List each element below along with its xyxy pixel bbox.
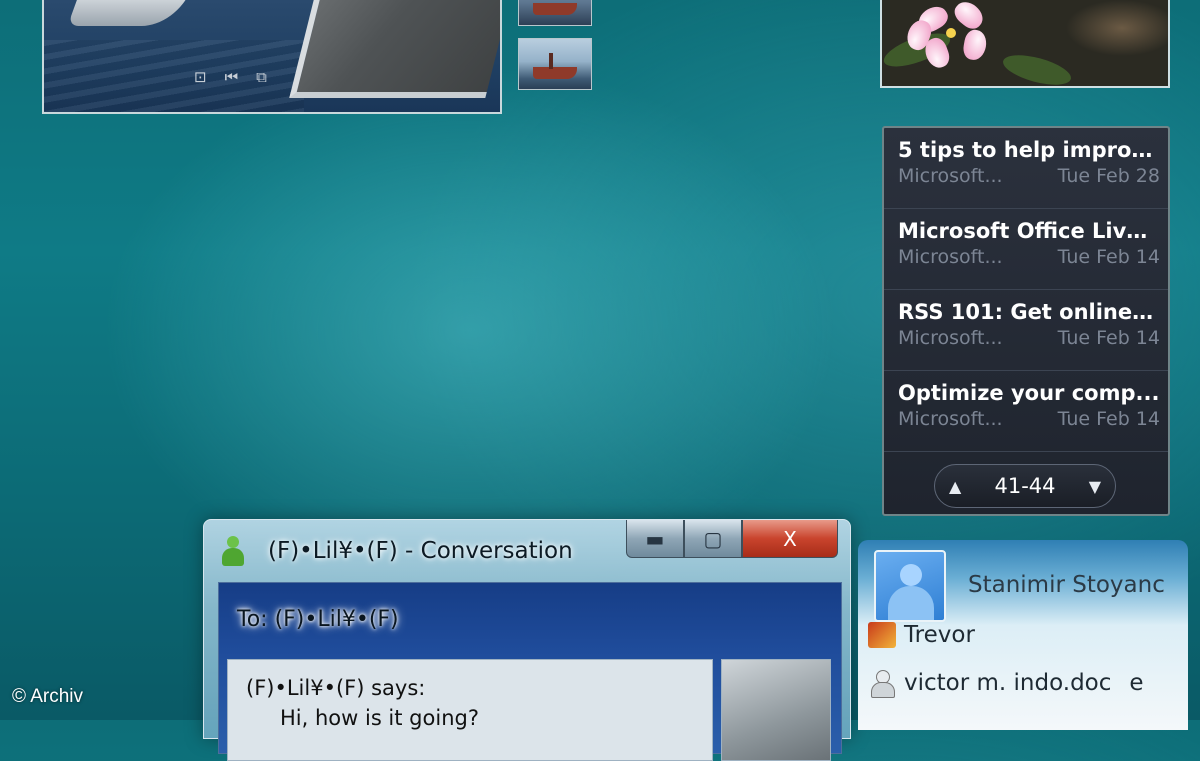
messenger-contact-list: Stanimir Stoyanc Trevor victor m. indo.d… <box>858 540 1188 730</box>
rss-item-source: Microsoft... <box>898 408 1003 430</box>
minimize-button[interactable]: ▬ <box>626 520 684 558</box>
gallery-thumbnail-1[interactable] <box>518 0 592 26</box>
contact-suffix: e <box>1129 670 1144 696</box>
boat-mast-image <box>549 53 553 69</box>
rss-item[interactable]: Optimize your comp... Microsoft... Tue F… <box>884 371 1168 452</box>
user-avatar[interactable] <box>874 550 946 622</box>
rss-item[interactable]: Microsoft Office Live... Microsoft... Tu… <box>884 209 1168 290</box>
gallery-thumbnail-2[interactable] <box>518 38 592 90</box>
slideshow-previous-icon[interactable]: ⏮ <box>225 68 239 86</box>
flower-petal <box>950 0 988 34</box>
rss-item-meta: Microsoft... Tue Feb 28 <box>898 165 1160 187</box>
picture-gadget[interactable] <box>880 0 1170 88</box>
contact-display-picture[interactable] <box>721 659 831 761</box>
rss-item-date: Tue Feb 28 <box>1057 165 1160 187</box>
rss-item-title[interactable]: RSS 101: Get online ... <box>898 300 1160 324</box>
leaf-image <box>1000 49 1074 86</box>
to-recipient-line: To: (F)•Lil¥•(F) <box>237 607 399 632</box>
slideshow-pip-icon[interactable]: ⧉ <box>256 68 267 86</box>
rss-item-title[interactable]: Microsoft Office Live... <box>898 219 1160 243</box>
rss-item-date: Tue Feb 14 <box>1057 327 1160 349</box>
rss-item-source: Microsoft... <box>898 327 1003 349</box>
flower-center <box>946 28 956 38</box>
boat-image <box>533 67 577 79</box>
messenger-buddy-icon <box>222 536 244 568</box>
contact-item[interactable]: Trevor <box>868 620 975 650</box>
rss-item-meta: Microsoft... Tue Feb 14 <box>898 327 1160 349</box>
rss-item-meta: Microsoft... Tue Feb 14 <box>898 408 1160 430</box>
slideshow-view-icon[interactable]: ⊡ <box>194 68 207 86</box>
triangle-down-icon[interactable]: ▼ <box>1089 477 1101 496</box>
copyright-watermark: © Archiv <box>12 686 84 707</box>
rss-item-meta: Microsoft... Tue Feb 14 <box>898 246 1160 268</box>
close-button[interactable]: X <box>742 520 838 558</box>
slideshow-ship-small <box>67 0 191 26</box>
rss-item-source: Microsoft... <box>898 165 1003 187</box>
rss-item-date: Tue Feb 14 <box>1057 408 1160 430</box>
message-text: Hi, how is it going? <box>280 706 479 730</box>
conversation-window[interactable]: (F)•Lil¥•(F) - Conversation ▬ ▢ X To: (F… <box>203 519 851 761</box>
rss-feed-gadget: 5 tips to help improv... Microsoft... Tu… <box>882 126 1170 516</box>
sender-line: (F)•Lil¥•(F) says: <box>246 676 426 700</box>
flower-petal <box>961 28 989 62</box>
rss-item-title[interactable]: 5 tips to help improv... <box>898 138 1160 162</box>
conversation-body: To: (F)•Lil¥•(F) (F)•Lil¥•(F) says: Hi, … <box>218 582 842 761</box>
contact-item[interactable]: victor m. indo.doc e <box>868 668 1144 698</box>
contact-person-icon <box>868 670 896 698</box>
boat-image <box>533 3 577 15</box>
window-controls: ▬ ▢ X <box>626 520 838 558</box>
contact-name: victor m. indo.doc <box>904 670 1112 696</box>
rss-pager: ▲ 41-44 ▼ <box>934 464 1116 508</box>
rss-item-date: Tue Feb 14 <box>1057 246 1160 268</box>
message-history[interactable]: (F)•Lil¥•(F) says: Hi, how is it going? <box>227 659 713 761</box>
contact-picture-icon <box>868 622 896 648</box>
slideshow-controls: ⊡ ⏮ ⧉ <box>194 68 267 86</box>
maximize-button[interactable]: ▢ <box>684 520 742 558</box>
user-display-name[interactable]: Stanimir Stoyanc <box>968 572 1165 598</box>
rss-item-title[interactable]: Optimize your comp... <box>898 381 1160 405</box>
rss-item-source: Microsoft... <box>898 246 1003 268</box>
rss-page-range: 41-44 <box>994 474 1056 498</box>
slideshow-gadget[interactable]: ⊡ ⏮ ⧉ <box>42 0 502 114</box>
rss-item[interactable]: RSS 101: Get online ... Microsoft... Tue… <box>884 290 1168 371</box>
contact-name: Trevor <box>904 622 975 648</box>
window-title: (F)•Lil¥•(F) - Conversation <box>268 538 573 564</box>
slideshow-aircraft-carrier <box>289 0 500 98</box>
triangle-up-icon[interactable]: ▲ <box>949 477 961 496</box>
rss-item[interactable]: 5 tips to help improv... Microsoft... Tu… <box>884 128 1168 209</box>
